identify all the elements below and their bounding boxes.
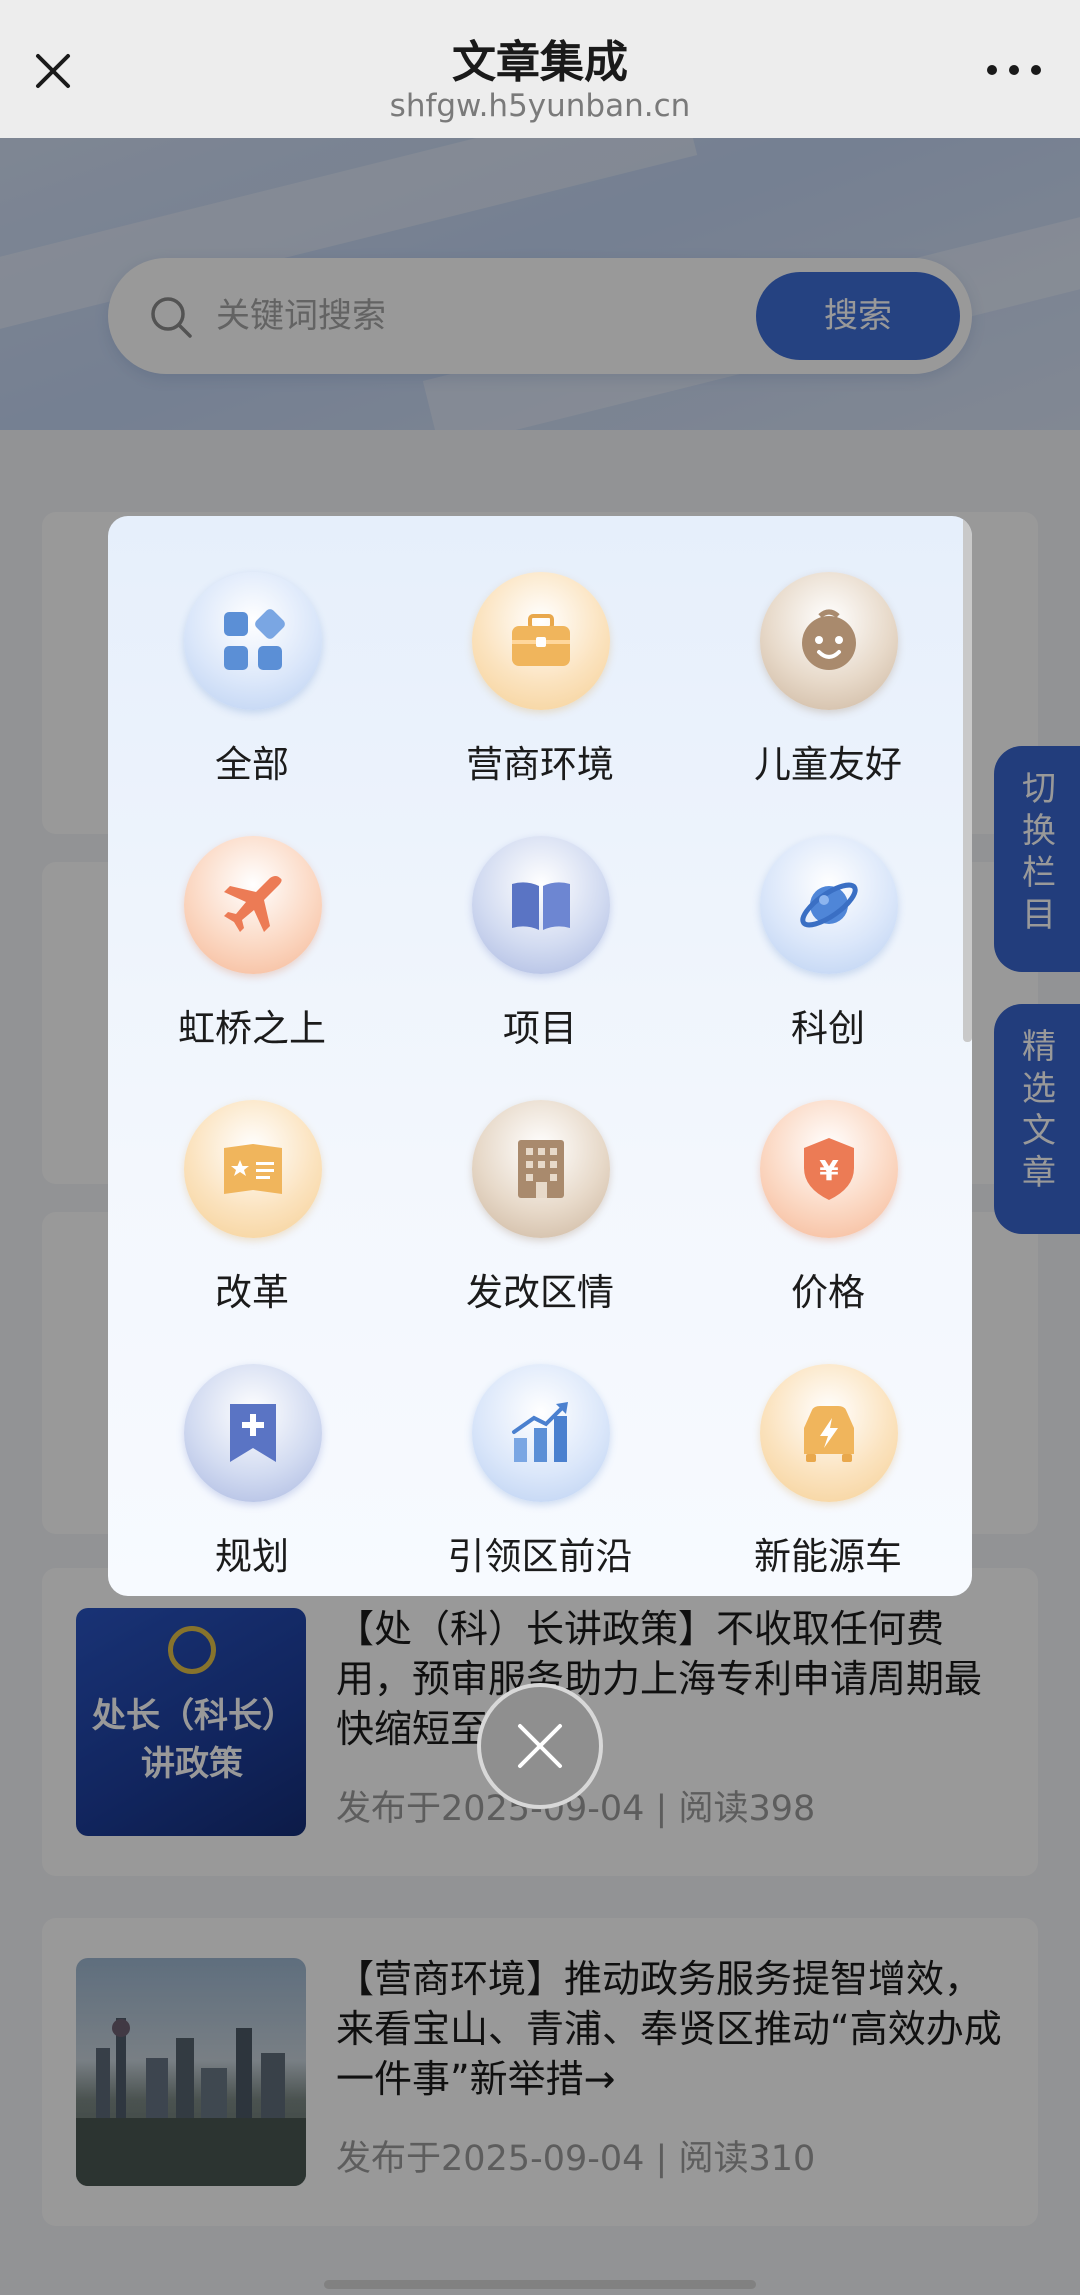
yuan-shield-icon: ¥ bbox=[804, 1138, 854, 1200]
category-frontier-zone[interactable]: 引领区前沿 bbox=[396, 1308, 684, 1578]
page-title: 文章集成 bbox=[452, 37, 628, 88]
category-hongqiao[interactable]: 虹桥之上 bbox=[108, 780, 396, 1050]
category-planning[interactable]: 规划 bbox=[108, 1308, 396, 1578]
category-district-affairs[interactable]: 发改区情 bbox=[396, 1044, 684, 1314]
category-sci-tech[interactable]: 科创 bbox=[684, 780, 972, 1050]
close-popup-button[interactable] bbox=[477, 1683, 603, 1809]
planet-icon bbox=[800, 882, 858, 928]
category-price[interactable]: ¥ 价格 bbox=[684, 1044, 972, 1314]
bookmark-plus-icon bbox=[230, 1404, 276, 1462]
open-book-icon bbox=[512, 882, 570, 930]
building-icon bbox=[518, 1140, 564, 1198]
more-dots-icon[interactable] bbox=[982, 50, 1046, 90]
electric-car-icon bbox=[804, 1406, 854, 1462]
baby-face-icon bbox=[802, 609, 856, 670]
category-reform[interactable]: 改革 bbox=[108, 1044, 396, 1314]
airplane-icon bbox=[224, 876, 282, 932]
bar-chart-up-icon bbox=[512, 1402, 568, 1462]
category-child-friendly[interactable]: 儿童友好 bbox=[684, 516, 972, 786]
svg-text:¥: ¥ bbox=[819, 1154, 839, 1187]
briefcase-icon bbox=[512, 614, 570, 666]
category-new-energy-vehicle[interactable]: 新能源车 bbox=[684, 1308, 972, 1578]
close-icon bbox=[518, 1724, 562, 1768]
page-url: shfgw.h5yunban.cn bbox=[389, 88, 691, 124]
category-projects[interactable]: 项目 bbox=[396, 780, 684, 1050]
top-nav-bar: 文章集成 shfgw.h5yunban.cn bbox=[0, 0, 1080, 138]
grid-apps-icon bbox=[224, 609, 285, 670]
category-all[interactable]: 全部 bbox=[108, 516, 396, 786]
category-business-environment[interactable]: 营商环境 bbox=[396, 516, 684, 786]
document-star-icon bbox=[224, 1144, 282, 1194]
category-popup: 全部 营商环境 儿童友好 虹桥之上 项目 科创 改革 发改区情 ¥ 价格 规划 … bbox=[108, 516, 972, 1596]
